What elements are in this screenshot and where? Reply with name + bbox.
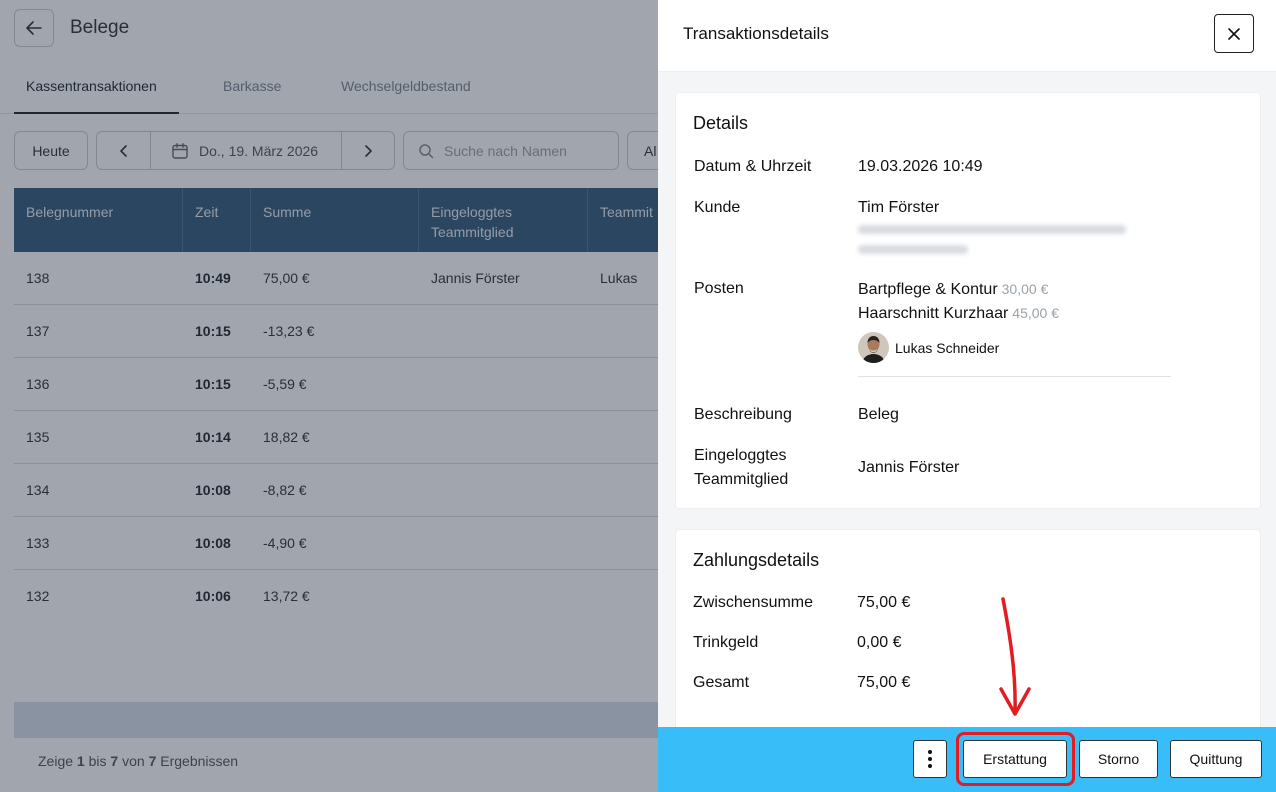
subtotal-label: Zwischensumme <box>693 594 814 611</box>
receipt-button[interactable]: Quittung <box>1170 740 1262 778</box>
customer-email-redacted <box>858 225 1126 234</box>
refund-button[interactable]: Erstattung <box>963 740 1067 778</box>
panel-header: Transaktionsdetails <box>658 0 1276 72</box>
total-value: 75,00 € <box>857 674 911 691</box>
customer-name[interactable]: Tim Förster <box>858 196 939 220</box>
member-label: Eingeloggtes Teammitglied <box>694 447 789 488</box>
annotation-arrow-icon <box>999 597 1031 716</box>
items-label: Posten <box>694 280 744 297</box>
details-card: Details Datum & Uhrzeit 19.03.2026 10:49… <box>675 92 1261 509</box>
description-label: Beschreibung <box>694 406 792 423</box>
datetime-label: Datum & Uhrzeit <box>694 158 812 175</box>
line-item: Haarschnitt Kurzhaar 45,00 € <box>858 301 1059 326</box>
total-label: Gesamt <box>693 674 750 691</box>
item-name: Haarschnitt Kurzhaar <box>858 305 1009 322</box>
payment-card: Zahlungsdetails Zwischensumme 75,00 € Tr… <box>675 529 1261 739</box>
description-value: Beleg <box>858 406 899 423</box>
item-price: 45,00 € <box>1012 305 1060 321</box>
close-icon <box>1228 27 1240 40</box>
modal-backdrop[interactable] <box>0 0 658 792</box>
avatar <box>858 332 889 363</box>
datetime-value: 19.03.2026 10:49 <box>858 158 983 175</box>
divider <box>858 376 1171 377</box>
item-name: Bartpflege & Kontur <box>858 281 998 298</box>
customer-label: Kunde <box>694 199 741 216</box>
tip-value: 0,00 € <box>857 634 902 651</box>
close-button[interactable] <box>1214 14 1254 53</box>
panel-title: Transaktionsdetails <box>683 24 829 43</box>
transaction-details-panel: Transaktionsdetails Details Datum & Uhrz… <box>658 0 1276 792</box>
member-value: Jannis Förster <box>858 459 960 476</box>
panel-footer: Erstattung Storno Quittung <box>658 727 1276 792</box>
more-options-button[interactable] <box>913 740 947 778</box>
staff-member: Lukas Schneider <box>858 332 999 363</box>
payment-title: Zahlungsdetails <box>693 550 820 570</box>
tip-label: Trinkgeld <box>693 634 759 651</box>
more-vertical-icon <box>928 750 932 768</box>
customer-phone-redacted <box>858 245 968 254</box>
line-item: Bartpflege & Kontur 30,00 € <box>858 277 1048 302</box>
staff-name: Lukas Schneider <box>895 339 1000 356</box>
cancel-button[interactable]: Storno <box>1079 740 1158 778</box>
details-title: Details <box>693 113 749 133</box>
subtotal-value: 75,00 € <box>857 594 911 611</box>
item-price: 30,00 € <box>1001 281 1049 297</box>
